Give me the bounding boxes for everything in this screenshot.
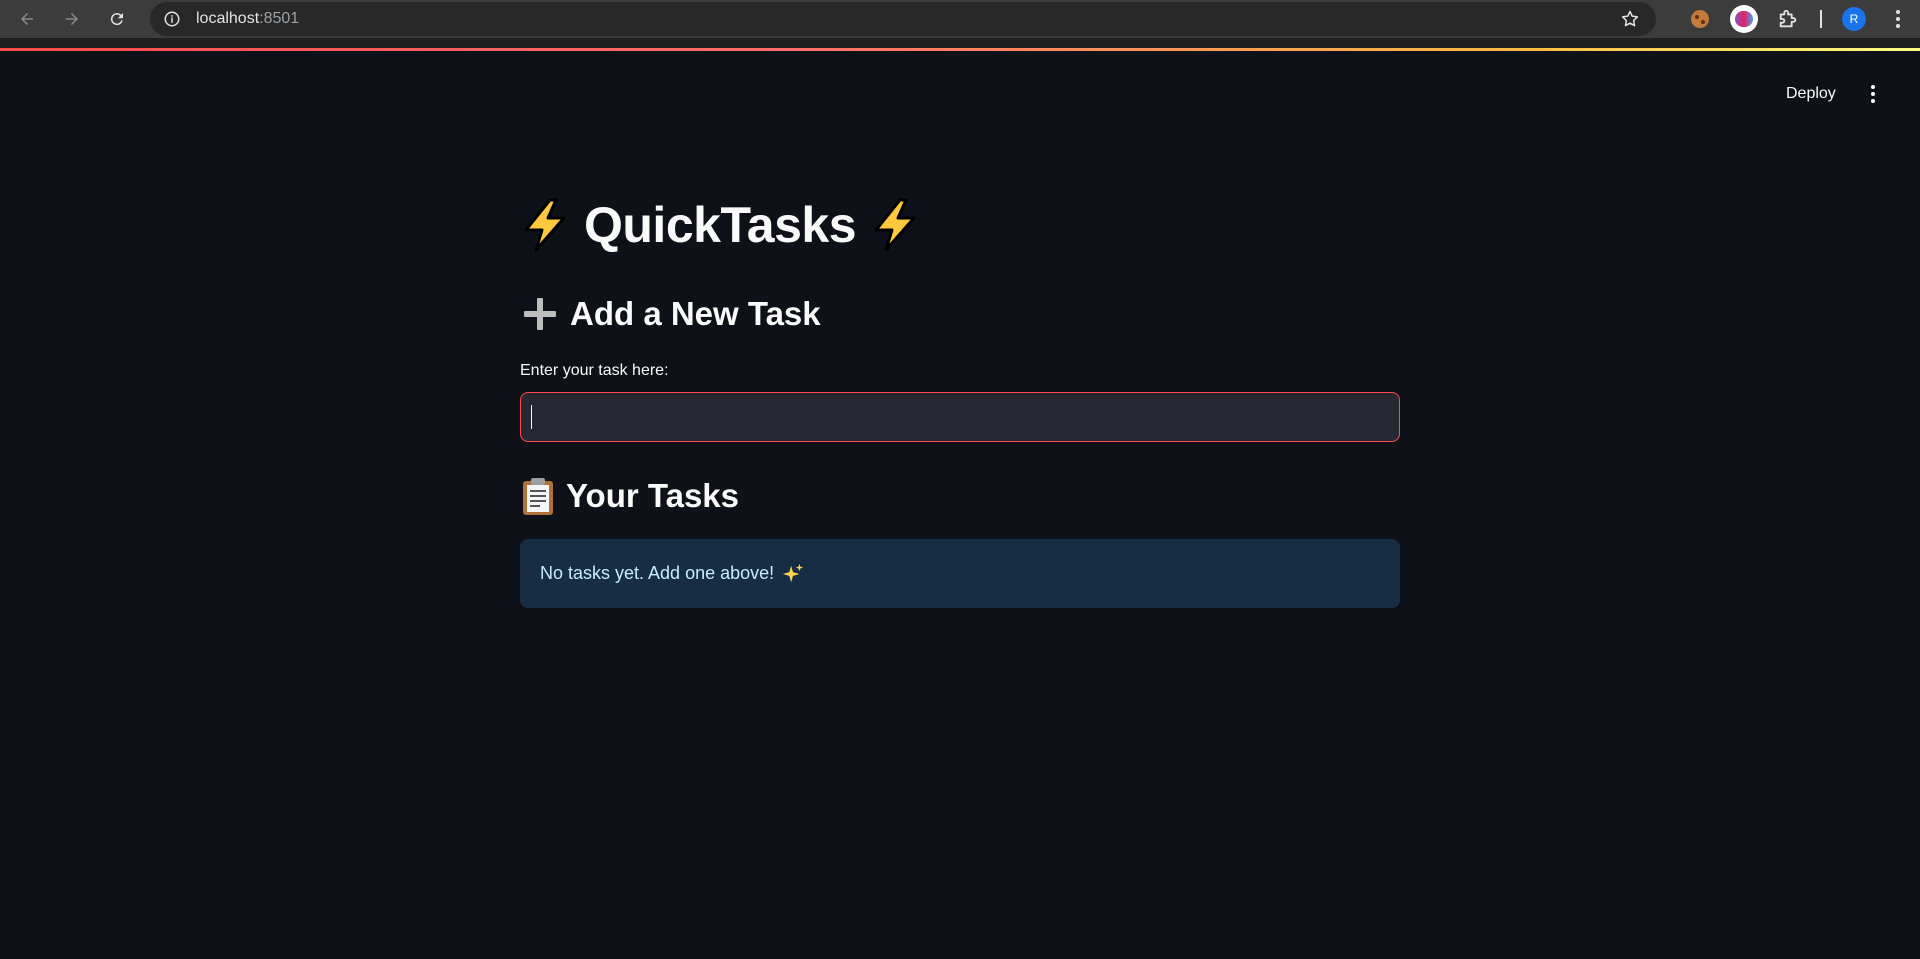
cookie-extension-button[interactable]: [1678, 0, 1722, 38]
puzzle-icon: [1779, 9, 1797, 28]
url-text: localhost:8501: [196, 10, 299, 28]
add-task-heading: Add a New Task: [520, 294, 821, 334]
clipboard-icon: [523, 478, 553, 515]
back-button[interactable]: [9, 0, 45, 38]
reload-button[interactable]: [99, 0, 135, 38]
lightning-bolt-icon: [524, 198, 566, 252]
brain-icon: [1730, 5, 1758, 33]
deploy-button[interactable]: Deploy: [1772, 79, 1850, 109]
chrome-bottom-strip: [0, 38, 1920, 48]
plus-icon: [524, 298, 556, 330]
toolbar-divider: [1820, 10, 1822, 28]
main-menu-button[interactable]: [1858, 79, 1888, 109]
text-caret: [531, 405, 532, 429]
browser-menu-button[interactable]: [1876, 0, 1920, 38]
url-port: :8501: [259, 10, 300, 27]
arrow-left-icon: [21, 13, 33, 25]
empty-tasks-message: No tasks yet. Add one above!: [540, 563, 775, 583]
sparkles-icon: [783, 563, 804, 582]
address-bar[interactable]: localhost:8501: [150, 2, 1656, 36]
empty-tasks-alert: No tasks yet. Add one above!: [520, 539, 1400, 608]
page-title: QuickTasks: [520, 196, 920, 254]
profile-button[interactable]: R: [1832, 0, 1876, 38]
cookie-icon: [1691, 10, 1709, 28]
forward-button[interactable]: [54, 0, 90, 38]
task-input[interactable]: [520, 392, 1400, 442]
add-task-heading-text: Add a New Task: [570, 295, 821, 332]
reload-icon: [110, 13, 123, 26]
extensions-area: R: [1678, 0, 1920, 38]
avatar: R: [1842, 7, 1866, 31]
your-tasks-heading-text: Your Tasks: [566, 477, 740, 514]
url-host: localhost: [196, 10, 260, 27]
task-input-label: Enter your task here:: [520, 362, 669, 379]
extensions-button[interactable]: [1766, 0, 1810, 38]
your-tasks-heading: Your Tasks: [520, 476, 739, 516]
page-title-text: QuickTasks: [584, 197, 857, 253]
site-info-icon[interactable]: [162, 9, 182, 29]
kebab-menu-icon: [1896, 10, 1900, 28]
streamlit-decoration-bar: [0, 48, 1920, 51]
browser-toolbar: localhost:8501 R: [0, 0, 1920, 38]
brain-extension-button[interactable]: [1722, 0, 1766, 38]
arrow-right-icon: [66, 13, 78, 25]
lightning-bolt-icon: [874, 198, 916, 252]
bookmark-star-icon[interactable]: [1620, 9, 1640, 29]
kebab-menu-icon: [1871, 85, 1875, 103]
